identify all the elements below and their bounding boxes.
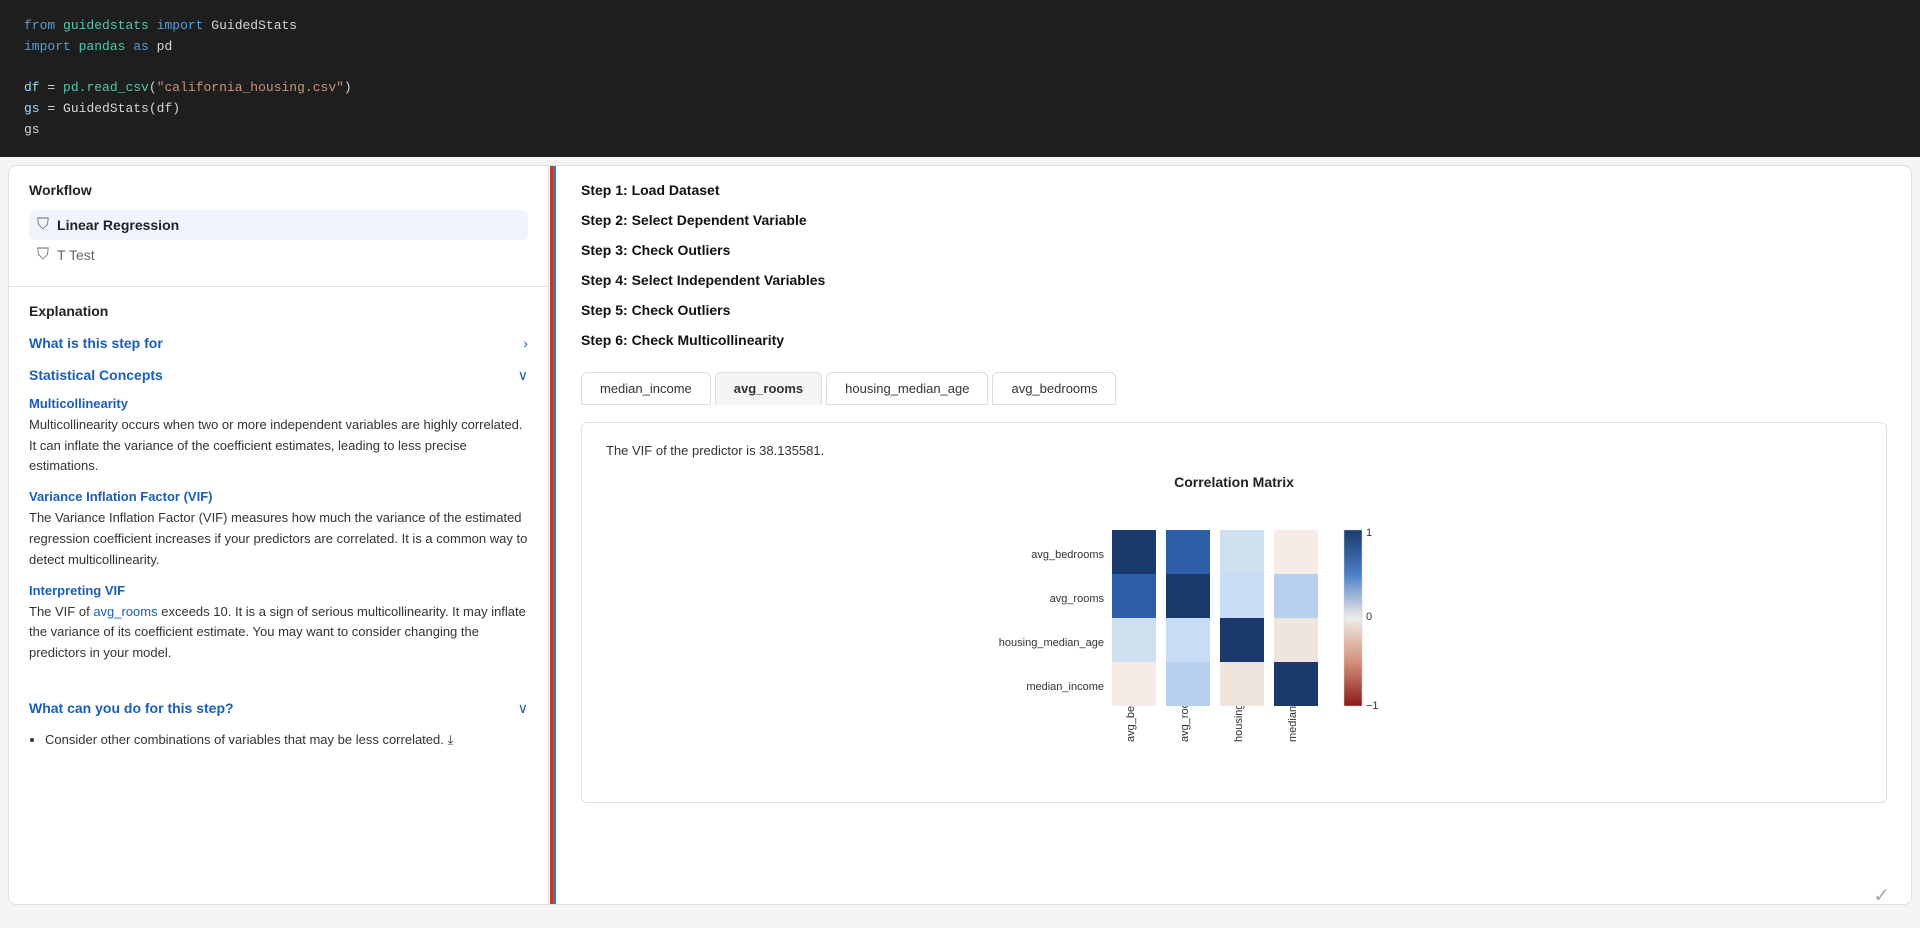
what-is-label: What is this step for	[29, 335, 163, 351]
cell-1-1	[1166, 574, 1210, 618]
concept-interp-title: Interpreting VIF	[29, 583, 528, 598]
cell-1-0	[1112, 574, 1156, 618]
tab-housing-median-age[interactable]: housing_median_age	[826, 372, 988, 405]
code-csv-str: "california_housing.csv"	[157, 80, 344, 95]
concept-vif-title: Variance Inflation Factor (VIF)	[29, 489, 528, 504]
cell-1-3	[1274, 574, 1318, 618]
cell-2-1	[1166, 618, 1210, 662]
divider-bar	[549, 166, 557, 904]
step-4: Step 4: Select Independent Variables	[581, 272, 1887, 288]
cell-0-2	[1220, 530, 1264, 574]
row-label-3: median_income	[1026, 681, 1104, 693]
left-panel: Workflow ⛉ Linear Regression ⛉ T Test Ex…	[9, 166, 549, 904]
interp-prefix: The VIF of	[29, 604, 93, 619]
tab-median-income[interactable]: median_income	[581, 372, 711, 405]
what-is-chevron: ›	[523, 335, 528, 351]
cell-3-2	[1220, 662, 1264, 706]
legend-label-bot: −1	[1366, 700, 1379, 712]
accordion-stat-concepts-header[interactable]: Statistical Concepts ∨	[29, 363, 528, 388]
code-import-kw: import	[157, 18, 204, 33]
code-pandas: pandas	[79, 39, 126, 54]
what-can-do-section: What can you do for this step? ∨ Conside…	[29, 696, 528, 751]
workflow-icon-ttest: ⛉	[37, 246, 49, 264]
stat-concepts-content: Multicollinearity Multicollinearity occu…	[29, 388, 528, 684]
what-can-do-content: Consider other combinations of variables…	[29, 721, 528, 751]
cell-2-2	[1220, 618, 1264, 662]
what-can-do-header[interactable]: What can you do for this step? ∨	[29, 696, 528, 721]
accordion-what-is: What is this step for ›	[29, 331, 528, 355]
row-label-1: avg_rooms	[1050, 593, 1105, 605]
step-6: Step 6: Check Multicollinearity	[581, 332, 1887, 348]
workflow-item-ttest[interactable]: ⛉ T Test	[29, 240, 528, 270]
stat-concepts-label: Statistical Concepts	[29, 367, 163, 383]
cell-0-1	[1166, 530, 1210, 574]
divider-blue	[553, 166, 556, 904]
steps-list: Step 1: Load Dataset Step 2: Select Depe…	[581, 182, 1887, 348]
step-5: Step 5: Check Outliers	[581, 302, 1887, 318]
cell-3-3	[1274, 662, 1318, 706]
legend-label-top: 1	[1366, 527, 1372, 539]
step-2: Step 2: Select Dependent Variable	[581, 212, 1887, 228]
cell-2-3	[1274, 618, 1318, 662]
code-gs-out: gs	[24, 122, 40, 137]
legend-bar	[1344, 530, 1362, 706]
code-import2: import	[24, 39, 71, 54]
cell-3-1	[1166, 662, 1210, 706]
concept-vif: Variance Inflation Factor (VIF) The Vari…	[29, 489, 528, 570]
concept-multi-title: Multicollinearity	[29, 396, 528, 411]
tab-avg-rooms[interactable]: avg_rooms	[715, 372, 822, 405]
concept-vif-body: The Variance Inflation Factor (VIF) meas…	[29, 508, 528, 570]
workflow-title: Workflow	[29, 182, 528, 198]
accordion-what-is-header[interactable]: What is this step for ›	[29, 331, 528, 355]
workflow-label-lr: Linear Regression	[57, 217, 179, 233]
workflow-item-linear-regression[interactable]: ⛉ Linear Regression	[29, 210, 528, 240]
what-can-do-chevron: ∨	[518, 700, 528, 717]
main-container: Workflow ⛉ Linear Regression ⛉ T Test Ex…	[8, 165, 1912, 905]
cell-0-0	[1112, 530, 1156, 574]
corr-matrix-svg: avg_bedrooms avg_rooms housing_median_ag…	[974, 502, 1494, 782]
explanation-title: Explanation	[29, 303, 528, 319]
code-read-csv: pd.read_csv	[63, 80, 149, 95]
tabs-container: median_income avg_rooms housing_median_a…	[581, 372, 1887, 406]
code-editor: from guidedstats import GuidedStats impo…	[0, 0, 1920, 157]
vif-panel: The VIF of the predictor is 38.135581. C…	[581, 422, 1887, 803]
right-panel: Step 1: Load Dataset Step 2: Select Depe…	[557, 166, 1911, 904]
code-from: from	[24, 18, 55, 33]
explanation-section: Explanation What is this step for › Stat…	[9, 287, 548, 904]
workflow-label-ttest: T Test	[57, 247, 95, 263]
concept-interp-body: The VIF of avg_rooms exceeds 10. It is a…	[29, 602, 528, 664]
corr-matrix-wrapper: avg_bedrooms avg_rooms housing_median_ag…	[606, 502, 1862, 782]
avg-rooms-link[interactable]: avg_rooms	[93, 604, 157, 619]
row-label-0: avg_bedrooms	[1031, 549, 1104, 561]
cell-3-0	[1112, 662, 1156, 706]
code-gs-var: gs	[24, 101, 40, 116]
stat-concepts-chevron: ∨	[518, 367, 528, 384]
what-can-do-label: What can you do for this step?	[29, 700, 234, 716]
code-class: GuidedStats	[211, 18, 297, 33]
checkmark: ✓	[1873, 883, 1890, 908]
cell-1-2	[1220, 574, 1264, 618]
concept-interpreting-vif: Interpreting VIF The VIF of avg_rooms ex…	[29, 583, 528, 664]
legend-label-mid: 0	[1366, 611, 1372, 623]
tab-avg-bedrooms[interactable]: avg_bedrooms	[992, 372, 1116, 405]
row-label-2: housing_median_age	[999, 637, 1104, 649]
corr-matrix-title: Correlation Matrix	[606, 474, 1862, 490]
cell-2-0	[1112, 618, 1156, 662]
concept-multicollinearity: Multicollinearity Multicollinearity occu…	[29, 396, 528, 477]
code-as: as	[133, 39, 149, 54]
vif-text: The VIF of the predictor is 38.135581.	[606, 443, 1862, 458]
workflow-icon-lr: ⛉	[37, 216, 49, 234]
code-gs-init: GuidedStats(df)	[63, 101, 180, 116]
code-df-var: df	[24, 80, 40, 95]
step-1: Step 1: Load Dataset	[581, 182, 1887, 198]
code-module: guidedstats	[63, 18, 149, 33]
accordion-stat-concepts: Statistical Concepts ∨ Multicollinearity…	[29, 363, 528, 684]
workflow-section: Workflow ⛉ Linear Regression ⛉ T Test	[9, 166, 548, 287]
concept-multi-body: Multicollinearity occurs when two or mor…	[29, 415, 528, 477]
code-pd: pd	[157, 39, 173, 54]
what-can-do-item-0: Consider other combinations of variables…	[45, 729, 528, 751]
step-3: Step 3: Check Outliers	[581, 242, 1887, 258]
cell-0-3	[1274, 530, 1318, 574]
